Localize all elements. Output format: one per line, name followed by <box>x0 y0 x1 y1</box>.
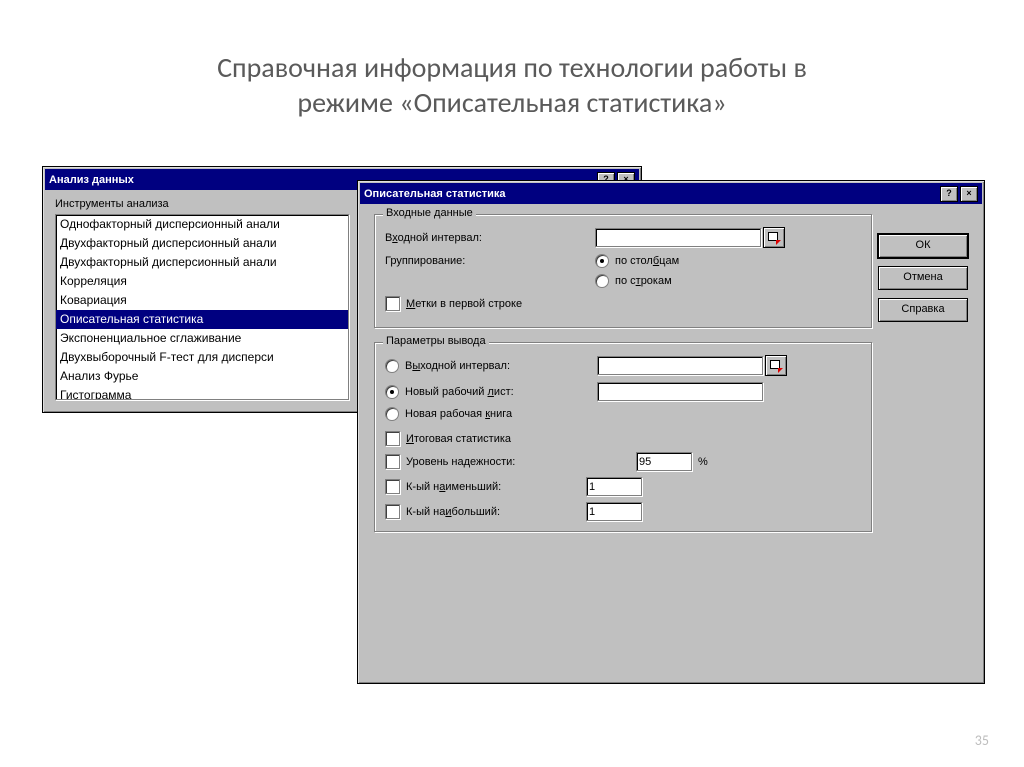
page-number: 35 <box>975 732 989 749</box>
checkbox-kth-largest[interactable] <box>385 504 400 519</box>
output-new-sheet-field[interactable] <box>597 382 763 401</box>
titlebar[interactable]: Описательная статистика ? × <box>360 183 982 204</box>
confidence-field[interactable] <box>636 452 692 471</box>
analysis-tools-listbox[interactable]: Однофакторный дисперсионный анали Двухфа… <box>55 214 349 400</box>
checkbox-summary-stats[interactable] <box>385 431 400 446</box>
group-legend: Параметры вывода <box>383 335 489 347</box>
help-button[interactable]: Справка <box>878 298 968 322</box>
grouping-label: Группирование: <box>385 255 595 267</box>
range-picker-icon <box>768 232 780 244</box>
output-new-sheet-label: Новый рабочий лист: <box>405 386 597 398</box>
ok-button[interactable]: ОК <box>878 234 968 258</box>
output-range-label: Выходной интервал: <box>405 360 597 372</box>
range-picker-icon <box>770 360 782 372</box>
radio-output-new-book[interactable] <box>385 407 399 421</box>
dialog-descriptive-statistics: Описательная статистика ? × ОК Отмена Сп… <box>357 180 985 684</box>
slide-title-line2: режиме «Описательная статистика» <box>297 85 726 120</box>
checkbox-kth-smallest[interactable] <box>385 479 400 494</box>
radio-by-rows[interactable] <box>595 274 609 288</box>
dialog-title: Анализ данных <box>49 174 134 186</box>
kth-smallest-field[interactable] <box>586 477 642 496</box>
help-icon[interactable]: ? <box>940 186 958 202</box>
radio-by-columns-label: по столбцам <box>615 255 679 267</box>
slide-title-line1: Справочная информация по технологии рабо… <box>217 50 807 85</box>
list-item[interactable]: Корреляция <box>56 272 348 291</box>
kth-largest-label: К-ый наибольший: <box>406 506 586 518</box>
list-item[interactable]: Гистограмма <box>56 386 348 400</box>
output-range-field[interactable] <box>597 356 763 375</box>
group-legend: Входные данные <box>383 207 476 219</box>
list-item[interactable]: Ковариация <box>56 291 348 310</box>
input-range-field[interactable] <box>595 228 761 247</box>
dialog-title: Описательная статистика <box>364 188 506 200</box>
kth-largest-field[interactable] <box>586 502 642 521</box>
group-input: Входные данные Входной интервал: Группир… <box>374 214 872 328</box>
list-item[interactable]: Двухвыборочный F-тест для дисперси <box>56 348 348 367</box>
list-item[interactable]: Однофакторный дисперсионный анали <box>56 215 348 234</box>
output-new-book-label: Новая рабочая книга <box>405 408 512 420</box>
list-item[interactable]: Анализ Фурье <box>56 367 348 386</box>
checkbox-labels-first-row[interactable] <box>385 296 400 311</box>
summary-stats-label: Итоговая статистика <box>406 433 511 445</box>
group-output: Параметры вывода Выходной интервал: Новы… <box>374 342 872 532</box>
labels-first-row-label: Метки в первой строке <box>406 298 522 310</box>
range-picker-button[interactable] <box>763 227 785 248</box>
list-item[interactable]: Двухфакторный дисперсионный анали <box>56 253 348 272</box>
confidence-label: Уровень надежности: <box>406 456 636 468</box>
checkbox-confidence[interactable] <box>385 454 400 469</box>
input-range-label: Входной интервал: <box>385 232 595 244</box>
tools-label: Инструменты анализа <box>55 198 169 210</box>
range-picker-button[interactable] <box>765 355 787 376</box>
slide-title: Справочная информация по технологии рабо… <box>0 0 1024 120</box>
list-item[interactable]: Описательная статистика <box>56 310 348 329</box>
radio-output-new-sheet[interactable] <box>385 385 399 399</box>
close-icon[interactable]: × <box>960 186 978 202</box>
radio-output-range[interactable] <box>385 359 399 373</box>
radio-by-columns[interactable] <box>595 254 609 268</box>
radio-by-rows-label: по строкам <box>615 275 672 287</box>
list-item[interactable]: Двухфакторный дисперсионный анали <box>56 234 348 253</box>
confidence-unit: % <box>698 456 708 468</box>
list-item[interactable]: Экспоненциальное сглаживание <box>56 329 348 348</box>
cancel-button[interactable]: Отмена <box>878 266 968 290</box>
kth-smallest-label: К-ый наименьший: <box>406 481 586 493</box>
